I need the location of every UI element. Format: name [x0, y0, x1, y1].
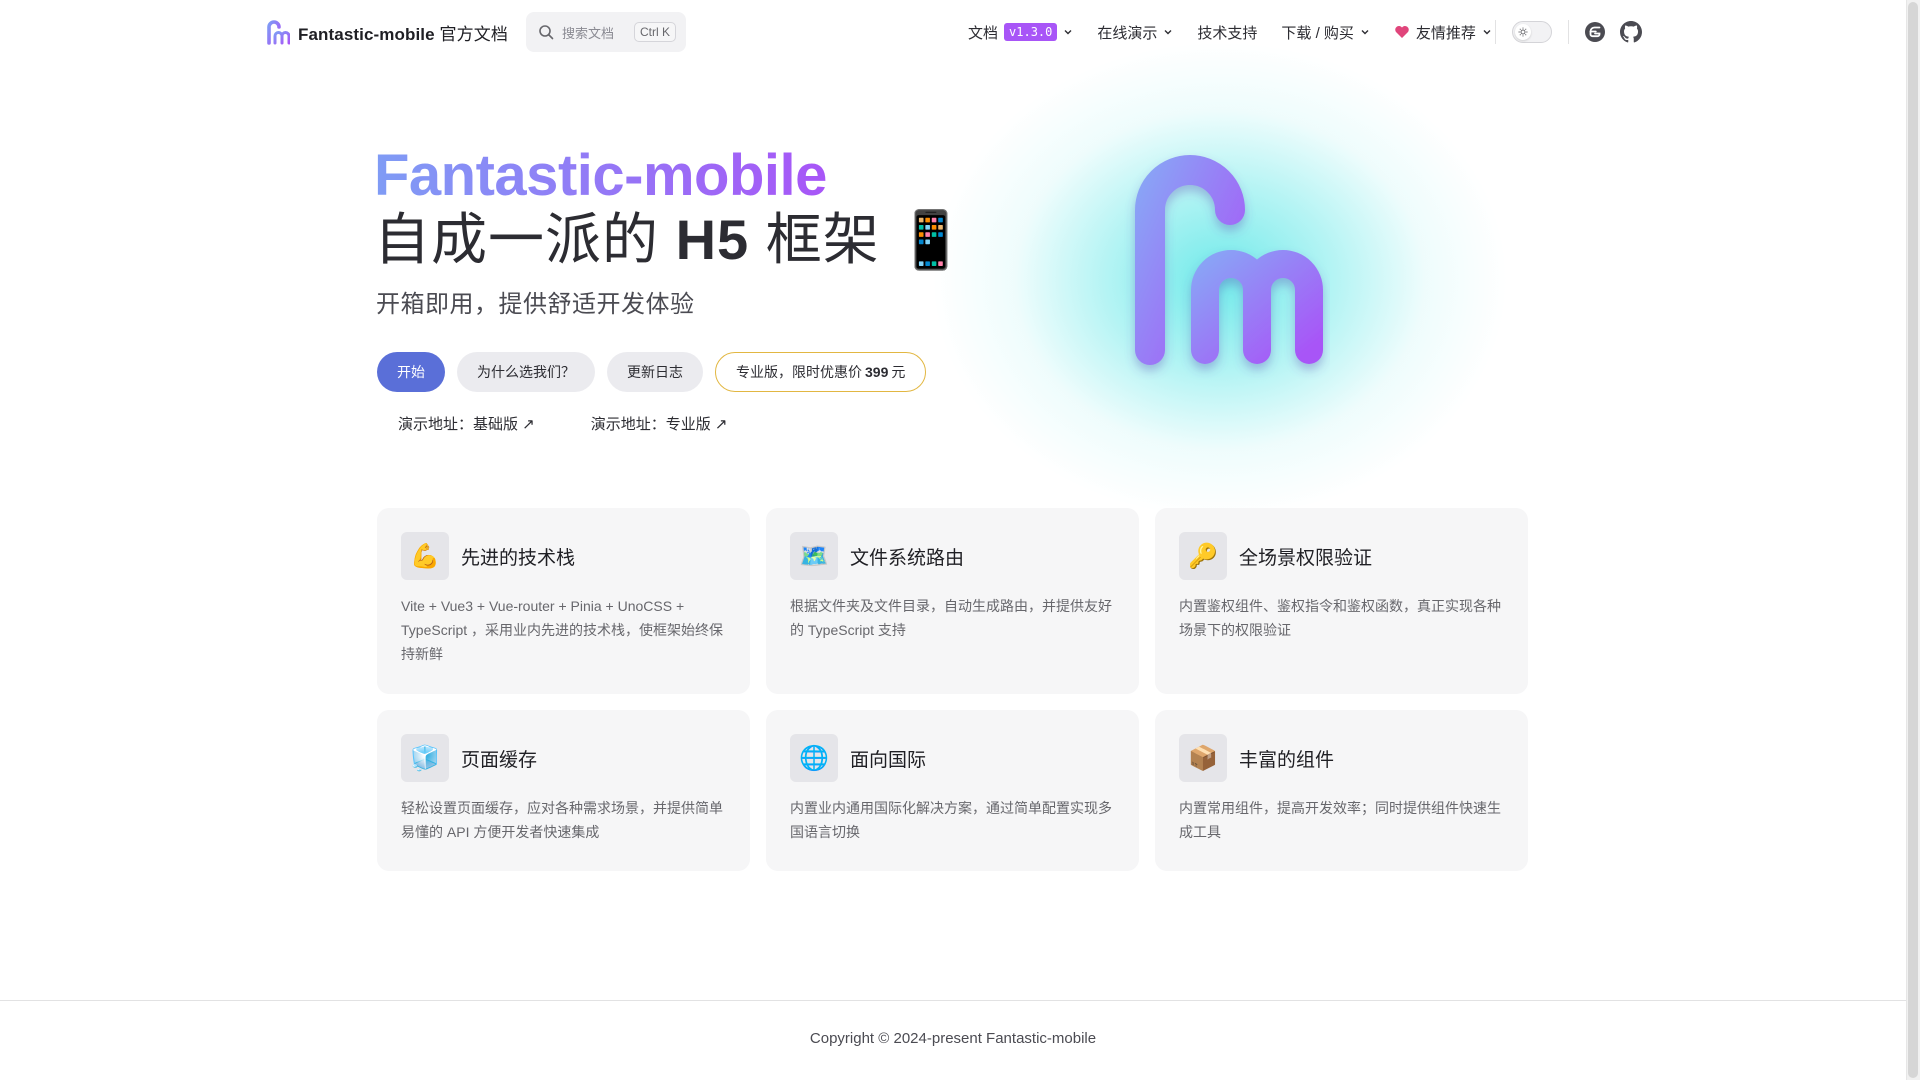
- scrollbar[interactable]: [1906, 0, 1920, 1080]
- feature-card: 🧊 页面缓存 轻松设置页面缓存，应对各种需求场景，并提供简单易懂的 API 方便…: [377, 710, 750, 871]
- brand-link[interactable]: Fantastic-mobile 官方文档: [264, 18, 508, 46]
- feature-desc: 内置鉴权组件、鉴权指令和鉴权函数，真正实现各种场景下的权限验证: [1179, 598, 1501, 638]
- feature-card-head: 💪 先进的技术栈: [401, 532, 726, 580]
- search-placeholder: 搜索文档: [562, 25, 615, 41]
- key-icon: 🔑: [1179, 532, 1227, 580]
- pro-offer-price: 399: [865, 364, 889, 380]
- pro-offer-text: 专业版，限时优惠价: [736, 364, 862, 380]
- map-icon: 🗺️: [790, 532, 838, 580]
- scrollbar-thumb[interactable]: [1908, 2, 1918, 1078]
- changelog-button[interactable]: 更新日志: [607, 352, 703, 392]
- feature-card: 🗺️ 文件系统路由 根据文件夹及文件目录，自动生成路由，并提供友好的 TypeS…: [766, 508, 1139, 694]
- nav-divider: [1568, 20, 1569, 44]
- chevron-down-icon: [1064, 30, 1072, 35]
- hero-logo-icon: [1111, 155, 1323, 365]
- feature-card-head: 🌐 面向国际: [790, 734, 1115, 782]
- globe-icon: 🌐: [790, 734, 838, 782]
- muscle-icon: 💪: [401, 532, 449, 580]
- feature-card-head: 🗺️ 文件系统路由: [790, 532, 1115, 580]
- demo-basic-link[interactable]: 演示地址：基础版 ↗: [398, 413, 535, 434]
- start-button[interactable]: 开始: [377, 352, 445, 392]
- hero-name: Fantastic-mobile: [374, 140, 827, 212]
- demo-pro-link[interactable]: 演示地址：专业版 ↗: [591, 413, 728, 434]
- why-us-button[interactable]: 为什么选我们？: [457, 352, 595, 392]
- hero-actions: 开始 为什么选我们？ 更新日志 专业版，限时优惠价 399 元: [377, 352, 927, 392]
- feature-desc: 内置常用组件，提高开发效率；同时提供组件快速生成工具: [1179, 800, 1501, 840]
- chevron-down-icon: [1361, 30, 1369, 35]
- chevron-down-icon: [1483, 30, 1491, 35]
- feature-desc: 根据文件夹及文件目录，自动生成路由，并提供友好的 TypeScript 支持: [790, 598, 1112, 638]
- demo-links: 演示地址：基础版 ↗ 演示地址：专业版 ↗: [398, 413, 728, 434]
- feature-title: 丰富的组件: [1239, 749, 1335, 771]
- features-grid: 💪 先进的技术栈 Vite + Vue3 + Vue-router + Pini…: [377, 508, 1529, 871]
- feature-card: 🌐 面向国际 内置业内通用国际化解决方案，通过简单配置实现多国语言切换: [766, 710, 1139, 871]
- package-icon: 📦: [1179, 734, 1227, 782]
- feature-card-head: 🧊 页面缓存: [401, 734, 726, 782]
- feature-desc: 轻松设置页面缓存，应对各种需求场景，并提供简单易懂的 API 方便开发者快速集成: [401, 800, 723, 840]
- github-icon[interactable]: [1620, 21, 1642, 43]
- hero-text-strong: H5: [675, 208, 750, 271]
- sun-icon: [1515, 24, 1531, 40]
- brand-name: Fantastic-mobile: [298, 24, 435, 44]
- ice-cube-icon: 🧊: [401, 734, 449, 782]
- feature-title: 文件系统路由: [850, 547, 965, 569]
- pro-offer-unit: 元: [891, 364, 906, 380]
- brand-suffix: 官方文档: [439, 24, 508, 44]
- search-shortcut: Ctrl K: [634, 22, 676, 42]
- hero-text: 自成一派的 H5 框架 📱: [374, 206, 967, 274]
- version-badge: v1.3.0: [1004, 23, 1058, 41]
- theme-toggle[interactable]: [1512, 21, 1552, 43]
- search-icon: [539, 25, 554, 40]
- gitee-icon[interactable]: [1584, 21, 1606, 43]
- hero-text-post: 框架: [749, 208, 897, 271]
- feature-title: 页面缓存: [461, 749, 538, 771]
- footer: Copyright © 2024-present Fantastic-mobil…: [0, 1000, 1906, 1080]
- feature-card: 📦 丰富的组件 内置常用组件，提高开发效率；同时提供组件快速生成工具: [1155, 710, 1528, 871]
- feature-title: 先进的技术栈: [461, 547, 576, 569]
- hero-tagline: 开箱即用，提供舒适开发体验: [376, 291, 695, 318]
- phone-icon: 📱: [896, 208, 968, 271]
- feature-desc: 内置业内通用国际化解决方案，通过简单配置实现多国语言切换: [790, 800, 1112, 840]
- feature-title: 面向国际: [850, 749, 927, 771]
- heart-icon: [1395, 26, 1409, 38]
- feature-card-head: 🔑 全场景权限验证: [1179, 532, 1504, 580]
- feature-card-head: 📦 丰富的组件: [1179, 734, 1504, 782]
- pro-offer-button[interactable]: 专业版，限时优惠价 399 元: [715, 352, 927, 392]
- feature-desc: Vite + Vue3 + Vue-router + Pinia + UnoCS…: [401, 598, 724, 662]
- feature-card: 💪 先进的技术栈 Vite + Vue3 + Vue-router + Pini…: [377, 508, 750, 694]
- footer-copyright: Copyright © 2024-present Fantastic-mobil…: [809, 1030, 1097, 1047]
- search-button[interactable]: 搜索文档 Ctrl K: [526, 12, 686, 52]
- page: Fantastic-mobile 官方文档 搜索文档 Ctrl K 文档 v1.…: [0, 0, 1920, 1080]
- feature-card: 🔑 全场景权限验证 内置鉴权组件、鉴权指令和鉴权函数，真正实现各种场景下的权限验…: [1155, 508, 1528, 694]
- chevron-down-icon: [1164, 30, 1172, 35]
- brand-logo-icon: [264, 20, 290, 45]
- hero-text-pre: 自成一派的: [374, 208, 676, 271]
- feature-title: 全场景权限验证: [1239, 547, 1373, 569]
- brand-title: Fantastic-mobile 官方文档: [298, 20, 508, 45]
